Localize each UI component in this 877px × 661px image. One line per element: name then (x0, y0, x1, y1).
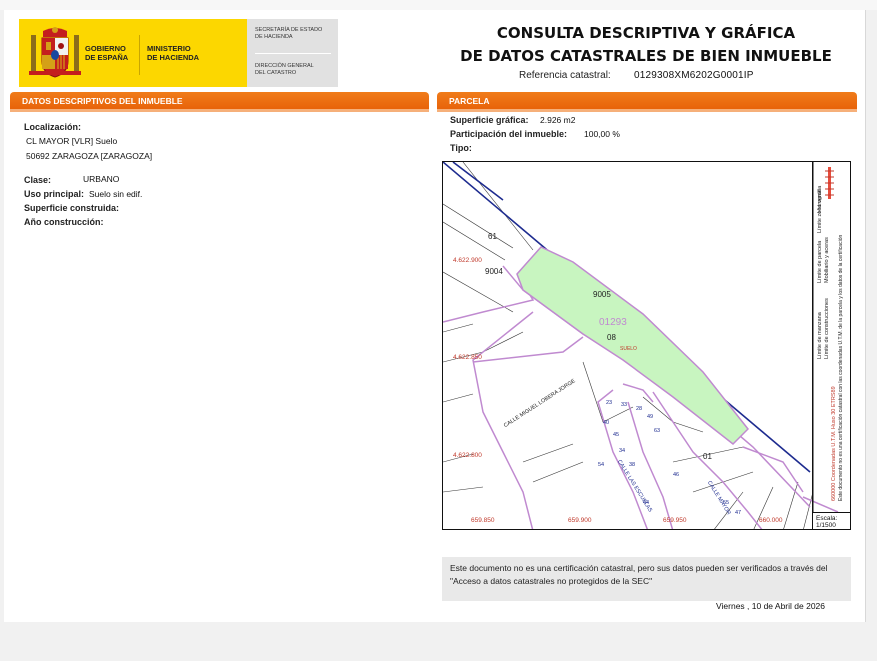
logo-divider (139, 35, 140, 75)
verification-notice: Este documento no es una certificación c… (442, 557, 851, 601)
house-number: 40 (603, 420, 610, 426)
participacion-label: Participación del inmueble: (450, 129, 568, 139)
map-label-9005: 9005 (593, 290, 611, 299)
logo-grey-divider (255, 53, 331, 54)
participacion-value: 100,00 % (584, 129, 620, 139)
house-number: 55 (723, 500, 730, 506)
map-label-01: 01 (703, 452, 712, 461)
document-date: Viernes , 10 de Abril de 2026 (716, 601, 826, 611)
catastro-logo-box: SECRETARÍA DE ESTADO DE HACIENDA DIRECCI… (247, 19, 338, 87)
legend-manzana: Límite de manzana (817, 312, 823, 359)
coord-y-2: 4.622.850 (453, 354, 482, 361)
localizacion-label: Localización: (24, 122, 82, 132)
coord-x-3: 659.950 (663, 517, 687, 524)
map-label-08: 08 (607, 333, 616, 342)
legend-hidrografia: Hidrografía (817, 185, 823, 213)
government-logo: GOBIERNO DE ESPAÑA MINISTERIO DE HACIEND… (19, 19, 247, 87)
legend-parcela: Límite de parcela (817, 240, 823, 283)
house-number: 49 (647, 414, 654, 420)
map-scale: Escala: 1/1500 (812, 512, 851, 530)
house-number: 54 (598, 462, 605, 468)
house-number: 34 (619, 448, 626, 454)
legend-coords-note: 660000 Coordenadas U.T.M. Huso 30 ETRS89 (831, 386, 837, 501)
house-number: 47 (735, 510, 742, 516)
address-line2: 50692 ZARAGOZA [ZARAGOZA] (26, 151, 153, 161)
legend-mobiliario: Mobiliario y aceras (824, 237, 830, 283)
section-bar-parcela: PARCELA (437, 92, 857, 112)
referencia-value: 0129308XM6202G0001IP (634, 70, 754, 81)
referencia-label: Referencia catastral: (519, 70, 611, 81)
document-title: CONSULTA DESCRIPTIVA Y GRÁFICA DE DATOS … (460, 24, 832, 65)
house-number: 38 (629, 462, 636, 468)
window-top-band (0, 0, 877, 10)
uso-principal-value: Suelo sin edif. (89, 189, 143, 199)
house-number: 28 (636, 406, 643, 412)
secretaria-text: SECRETARÍA DE ESTADO DE HACIENDA (255, 27, 323, 40)
anio-construccion-label: Año construcción: (24, 217, 104, 227)
map-parcel-id: 01293 (599, 317, 627, 328)
coord-x-4: 660.000 (759, 517, 783, 524)
ministerio-text: MINISTERIO DE HACIENDA (147, 44, 200, 62)
clase-value: URBANO (83, 174, 120, 184)
house-number: 46 (673, 472, 680, 478)
map-label-suelo: SUELO (620, 346, 637, 352)
tipo-label: Tipo: (450, 143, 472, 153)
coord-x-2: 659.900 (568, 517, 592, 524)
house-number: 33 (621, 402, 628, 408)
direccion-text: DIRECCIÓN GENERAL DEL CATASTRO (255, 63, 314, 76)
superficie-grafica-label: Superficie gráfica: (450, 115, 529, 125)
window-bottom-band (0, 622, 877, 661)
house-number: 44 (643, 500, 650, 506)
map-label-9004: 9004 (485, 267, 503, 276)
coord-x-1: 659.850 (471, 517, 495, 524)
coord-y-3: 4.622.800 (453, 452, 482, 459)
house-number: 23 (606, 400, 613, 406)
map-legend: Límite de manzana Límite de parcela Lími… (812, 161, 851, 512)
cadastral-map[interactable]: 61 9004 9005 01293 08 SUELO 01 CALLE MIG… (442, 161, 851, 530)
superficie-construida-label: Superficie construida: (24, 203, 120, 213)
house-number: 63 (654, 428, 661, 434)
clase-label: Clase: (24, 175, 52, 185)
superficie-grafica-value: 2.926 m2 (540, 115, 576, 125)
section-bar-descriptivos: DATOS DESCRIPTIVOS DEL INMUEBLE (10, 92, 429, 112)
map-label-61: 61 (488, 232, 497, 241)
address-line1: CL MAYOR [VLR] Suelo (26, 136, 118, 146)
map-drawing (443, 162, 839, 529)
house-number: 45 (613, 432, 620, 438)
legend-construcciones: Límite de construcciones (824, 298, 830, 359)
gobierno-text: GOBIERNO DE ESPAÑA (85, 44, 129, 62)
uso-principal-label: Uso principal: (24, 189, 85, 199)
coat-of-arms-icon (29, 27, 81, 78)
legend-doc-note: Este documento no es una certificación c… (838, 234, 844, 501)
coord-y-1: 4.622.900 (453, 257, 482, 264)
